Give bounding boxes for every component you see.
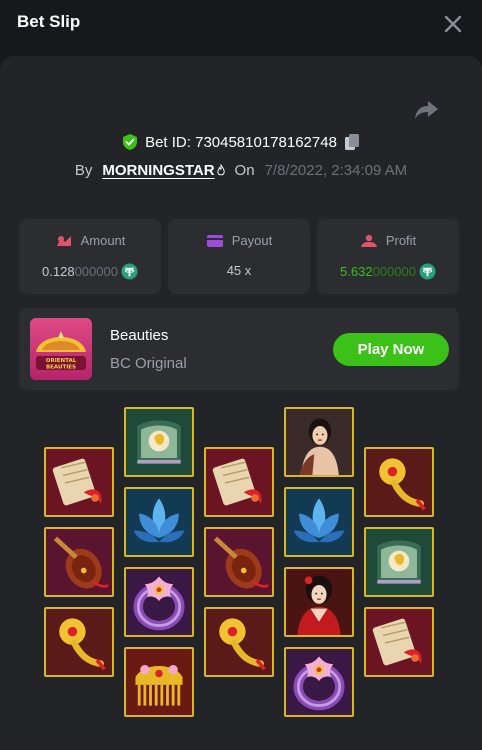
slot-symbol-fan <box>364 527 434 597</box>
slot-symbol-ruyi <box>44 607 114 677</box>
bet-date: 7/8/2022, 2:34:09 AM <box>264 161 408 179</box>
bet-id-row: Bet ID: 73045810178162748 <box>0 131 482 153</box>
slot-symbol-fan <box>124 407 194 477</box>
thumb-text-line2: BEAUTIES <box>46 365 76 371</box>
play-now-button[interactable]: Play Now <box>333 333 449 366</box>
profit-value: 5.632 <box>340 264 373 279</box>
slot-symbol-lady2 <box>284 567 354 637</box>
slot-symbol-ring <box>124 567 194 637</box>
game-subtitle: BC Original <box>110 355 187 372</box>
close-icon[interactable] <box>441 12 465 36</box>
username-text: MORNINGSTAR <box>102 161 215 179</box>
flame-icon <box>216 163 225 175</box>
amount-icon <box>55 234 73 248</box>
game-card: ORIENTAL BEAUTIES Beauties BC Original P… <box>19 308 459 390</box>
slot-symbol-book <box>204 447 274 517</box>
profit-icon <box>360 234 378 248</box>
by-label: By <box>74 161 93 179</box>
on-label: On <box>234 161 255 179</box>
slot-symbol-book <box>44 447 114 517</box>
game-name[interactable]: Beauties <box>110 327 168 344</box>
slot-symbol-book <box>364 607 434 677</box>
profit-value-tail: 000000 <box>372 264 416 279</box>
share-icon[interactable] <box>413 99 439 121</box>
game-thumbnail[interactable]: ORIENTAL BEAUTIES <box>30 318 92 380</box>
slot-symbol-ring <box>284 647 354 717</box>
amount-card: Amount 0.128 000000 <box>19 219 161 294</box>
amount-value-tail: 000000 <box>74 264 118 279</box>
payout-value: 45 x <box>226 263 252 278</box>
amount-label: Amount <box>80 233 126 248</box>
slot-symbol-comb <box>124 647 194 717</box>
slot-symbol-lotus <box>284 487 354 557</box>
payout-card: Payout 45 x <box>168 219 310 294</box>
dialog-title: Bet Slip <box>17 12 81 31</box>
slot-symbol-pipa <box>44 527 114 597</box>
slot-symbol-lotus <box>124 487 194 557</box>
profit-label: Profit <box>385 233 417 248</box>
username-link[interactable]: MORNINGSTAR <box>102 161 225 179</box>
slot-symbol-lady <box>284 407 354 477</box>
tether-coin-icon <box>419 263 436 280</box>
slot-symbol-pipa <box>204 527 274 597</box>
payout-label: Payout <box>231 233 273 248</box>
bet-slip-header: Bet Slip <box>0 0 482 48</box>
amount-value: 0.128 <box>42 264 75 279</box>
slot-symbol-ruyi <box>364 447 434 517</box>
profit-card: Profit 5.632 000000 <box>317 219 459 294</box>
thumb-text-line1: ORIENTAL <box>46 358 77 364</box>
slot-symbol-ruyi <box>204 607 274 677</box>
bettor-row: By MORNINGSTAR On 7/8/2022, 2:34:09 AM <box>0 159 482 181</box>
wallet-icon <box>206 234 224 248</box>
shield-check-icon <box>122 133 138 151</box>
copy-icon[interactable] <box>344 133 360 151</box>
tether-coin-icon <box>121 263 138 280</box>
bet-id: Bet ID: 73045810178162748 <box>145 133 337 151</box>
